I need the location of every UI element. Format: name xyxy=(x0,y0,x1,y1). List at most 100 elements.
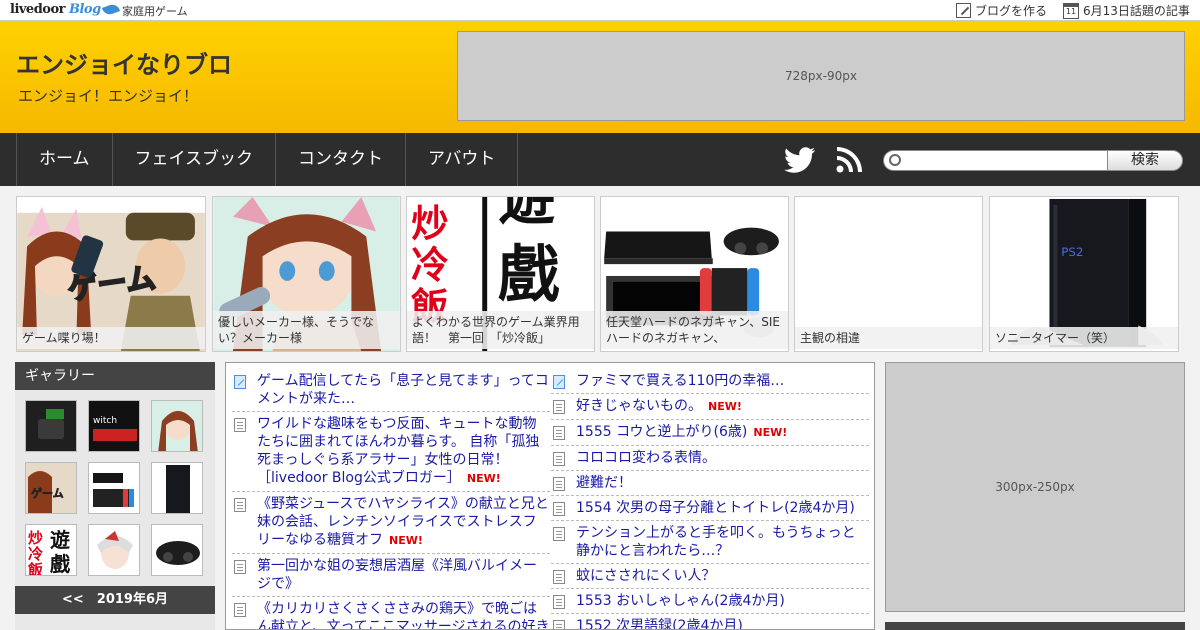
featured-card[interactable]: 炒 冷 飯 遊 戲 よくわかる世界のゲーム業界用語！ 第一回 「炒冷飯」 xyxy=(406,196,595,352)
list-item[interactable]: 避難だ！ xyxy=(551,471,869,496)
list-item[interactable]: 1554 次男の母子分離とトイトレ(2歳4か月) xyxy=(551,496,869,521)
blog-icon xyxy=(234,375,246,389)
page-icon xyxy=(553,400,565,414)
site-title[interactable]: エンジョイなりブロ xyxy=(16,45,232,80)
gallery-thumb[interactable]: 炒冷飯遊戲 xyxy=(25,524,77,576)
twitter-icon[interactable] xyxy=(784,147,816,173)
page-icon xyxy=(553,502,565,516)
article-title: 蚊にさされにくい人？ xyxy=(576,568,716,584)
page-icon xyxy=(553,570,565,584)
featured-card[interactable]: 任天堂ハードのネガキャン、SIEハードのネガキャン、 xyxy=(600,196,789,352)
gallery-widget: ギャラリー witch ゲーム 炒冷飯遊戲 << 2019年6月 xyxy=(15,362,215,630)
new-badge: NEW! xyxy=(389,534,423,547)
page-icon xyxy=(553,527,565,541)
feather-icon xyxy=(101,2,120,17)
gallery-thumb[interactable] xyxy=(151,462,203,514)
livedoor-blog-logo[interactable]: livedoor Blog xyxy=(10,2,120,17)
calendar-icon: 11 xyxy=(1063,2,1079,19)
topics-link[interactable]: 11 6月13日話題の記事 xyxy=(1063,2,1190,19)
featured-caption: ゲーム喋り場！ xyxy=(17,327,205,349)
make-blog-link[interactable]: ブログを作る xyxy=(956,2,1047,19)
search-input[interactable] xyxy=(906,153,1102,168)
page-icon xyxy=(553,452,565,466)
featured-card[interactable]: PS2 ソニータイマー（笑） xyxy=(989,196,1179,352)
gallery-thumb[interactable]: witch xyxy=(88,400,140,452)
list-item[interactable]: 第一回かな姐の妄想居酒屋《洋風バルイメージで》 xyxy=(232,554,550,597)
search-button[interactable]: 検索 xyxy=(1107,150,1183,171)
kanji-char: 戲 xyxy=(498,240,560,311)
article-title: 避難だ！ xyxy=(576,475,632,491)
article-title: ゲーム配信してたら「息子と見てます」ってコメントが来た… xyxy=(257,373,549,407)
new-badge: NEW! xyxy=(466,472,501,485)
gallery-thumb[interactable] xyxy=(88,524,140,576)
svg-text:witch: witch xyxy=(93,416,117,426)
gallery-heading: ギャラリー xyxy=(15,362,215,390)
page-icon xyxy=(553,620,565,629)
pencil-icon xyxy=(956,3,971,18)
featured-carousel: ゲーム ゲーム喋り場！ 優しいメーカー様、そうでない？メーカー様 炒 冷 飯 遊 xyxy=(16,196,1186,352)
nav-item-facebook[interactable]: フェイスブック xyxy=(113,133,276,186)
list-item[interactable]: 蚊にさされにくい人？ xyxy=(551,564,869,589)
nav-item-home[interactable]: ホーム xyxy=(17,133,113,186)
nav-item-about[interactable]: アバウト xyxy=(406,133,519,186)
featured-caption: 任天堂ハードのネガキャン、SIEハードのネガキャン、 xyxy=(601,311,788,349)
svg-text:PS2: PS2 xyxy=(1061,245,1083,259)
svg-text:飯: 飯 xyxy=(27,561,43,576)
svg-text:ゲーム: ゲーム xyxy=(31,486,64,500)
gallery-thumb[interactable] xyxy=(151,400,203,452)
list-item[interactable]: コロコロ変わる表情。 xyxy=(551,446,869,471)
blog-roll-list: ゲーム配信してたら「息子と見てます」ってコメントが来た… ワイルドな趣味をもつ反… xyxy=(225,362,875,630)
rss-icon[interactable] xyxy=(836,146,863,173)
list-item[interactable]: 1553 おいしゃしゃん(2歳4か月) xyxy=(551,589,869,614)
logo-text: livedoor xyxy=(10,2,65,17)
article-title: 1555 コウと逆上がり(6歳) xyxy=(576,424,748,440)
page-icon xyxy=(234,603,246,617)
sidebar-widget-header xyxy=(885,622,1185,630)
article-title: 好きじゃないもの。 xyxy=(576,398,702,414)
new-badge: NEW! xyxy=(753,426,788,439)
sidebar-ad[interactable]: 300px-250px xyxy=(885,362,1185,612)
featured-card[interactable]: 優しいメーカー様、そうでない？メーカー様 xyxy=(212,196,401,352)
article-title: 第一回かな姐の妄想居酒屋《洋風バルイメージで》 xyxy=(257,558,537,592)
list-item[interactable]: 1555 コウと逆上がり(6歳) NEW! xyxy=(551,420,869,446)
article-title: ファミマで買える110円の幸福… xyxy=(576,373,785,389)
page-icon xyxy=(553,595,565,609)
nav-items: ホーム フェイスブック コンタクト アバウト xyxy=(16,133,519,186)
list-item[interactable]: 《野菜ジュースでハヤシライス》の献立と兄と妹の会話、レンチンソイライスでストレス… xyxy=(232,492,550,554)
list-item[interactable]: 《カリカリさくさくささみの鶏天》で晩ごはん献立と、文ってここマッサージされるの好… xyxy=(232,597,550,630)
blog-icon xyxy=(553,375,565,389)
page-icon xyxy=(553,477,565,491)
new-badge: NEW! xyxy=(708,400,742,413)
article-title: 《カリカリさくさくささみの鶏天》で晩ごはん献立と、文ってここマッサージされるの好… xyxy=(257,601,550,630)
featured-card[interactable]: 主観の相違 xyxy=(794,196,983,352)
kanji-char: 遊 xyxy=(498,197,555,233)
kanji-char: 冷 xyxy=(411,243,449,287)
blog-roll-right-column: ファミマで買える110円の幸福… 好きじゃないもの。 NEW! 1555 コウと逆… xyxy=(551,369,869,629)
nav-item-contact[interactable]: コンタクト xyxy=(276,133,406,186)
gallery-thumb[interactable] xyxy=(151,524,203,576)
list-item[interactable]: テンション上がると手を叩く。もうちょっと静かにと言われたら…？ xyxy=(551,521,869,564)
svg-text:遊: 遊 xyxy=(50,528,70,552)
gallery-thumb[interactable] xyxy=(88,462,140,514)
list-item[interactable]: 好きじゃないもの。 NEW! xyxy=(551,394,869,420)
calendar-month-nav[interactable]: << 2019年6月 xyxy=(15,586,215,614)
page-icon xyxy=(234,560,246,574)
gallery-thumb[interactable] xyxy=(25,400,77,452)
list-item[interactable]: ゲーム配信してたら「息子と見てます」ってコメントが来た… xyxy=(232,369,550,412)
list-item[interactable]: 1552 次男語録(2歳4か月) xyxy=(551,614,869,629)
page-icon xyxy=(234,418,246,432)
gallery-thumb[interactable]: ゲーム xyxy=(25,462,77,514)
article-title: テンション上がると手を叩く。もうちょっと静かにと言われたら…？ xyxy=(576,525,856,559)
category-link[interactable]: 家庭用ゲーム xyxy=(122,3,188,19)
svg-text:戲: 戲 xyxy=(50,552,71,576)
blog-roll-left-column: ゲーム配信してたら「息子と見てます」ってコメントが来た… ワイルドな趣味をもつ反… xyxy=(232,369,550,630)
sidebar-ad-label: 300px-250px xyxy=(995,480,1075,494)
featured-card[interactable]: ゲーム ゲーム喋り場！ xyxy=(16,196,206,352)
kanji-char: 炒 xyxy=(411,201,449,245)
article-title: 1553 おいしゃしゃん(2歳4か月) xyxy=(576,593,785,609)
list-item[interactable]: ワイルドな趣味をもつ反面、キュートな動物たちに囲まれてほんわか暮らす。 自称「孤… xyxy=(232,412,550,492)
banner-ad[interactable]: 728px-90px xyxy=(457,31,1185,121)
top-bar: livedoor Blog 家庭用ゲーム ブログを作る 11 6月13日話題の記事 xyxy=(0,0,1200,21)
list-item[interactable]: ファミマで買える110円の幸福… xyxy=(551,369,869,394)
featured-caption: 優しいメーカー様、そうでない？メーカー様 xyxy=(213,311,400,349)
